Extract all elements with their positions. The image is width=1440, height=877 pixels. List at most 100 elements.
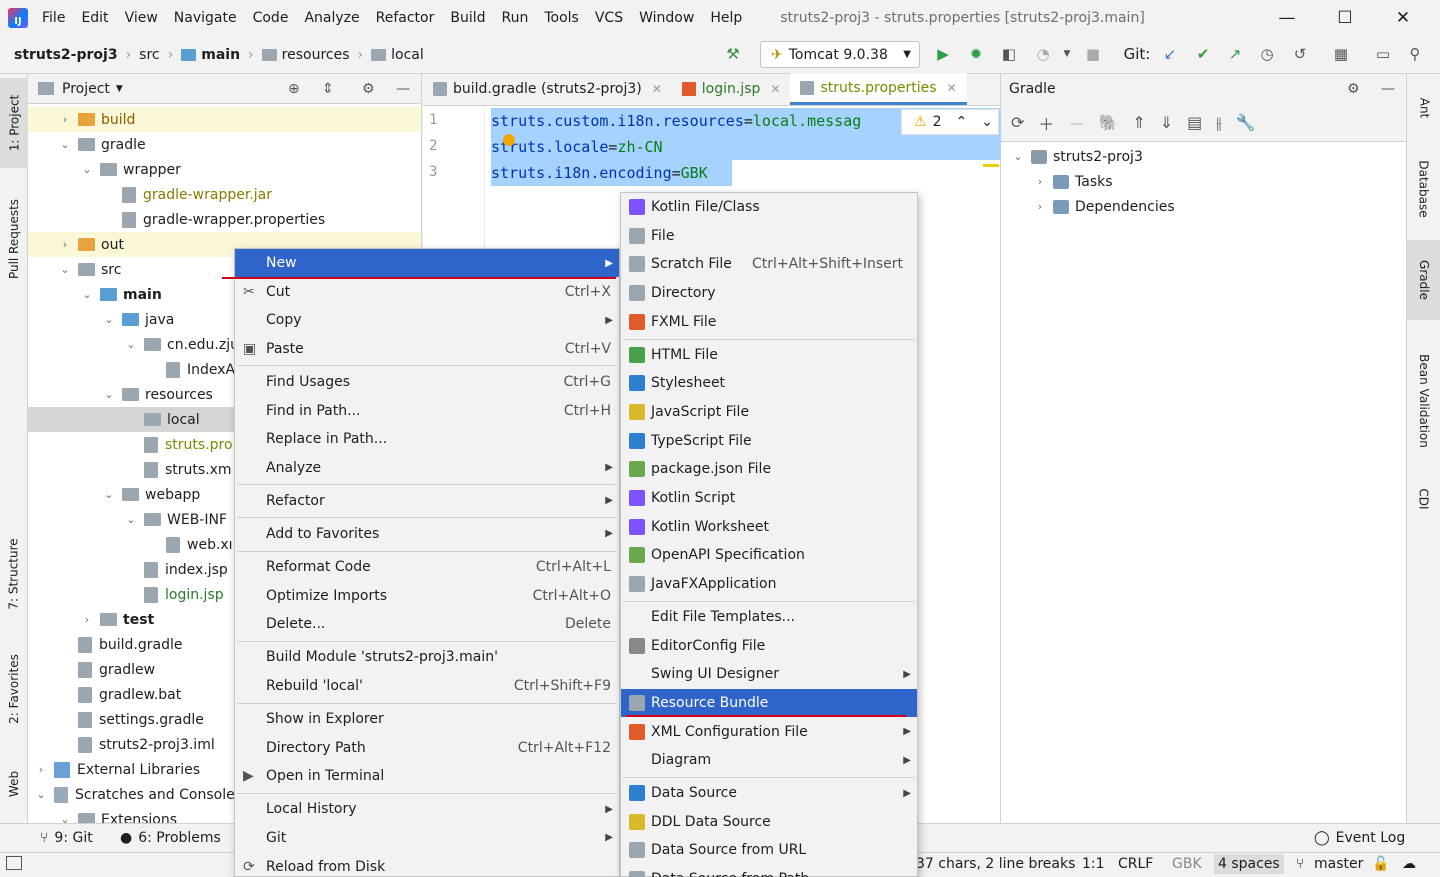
locate-icon[interactable]: ⊕	[288, 81, 300, 97]
problems-tool-tab[interactable]: ● 6: Problems	[120, 830, 221, 846]
project-panel-title[interactable]: Project	[62, 81, 110, 97]
gradle-tree-row[interactable]: ⌄ struts2-proj3	[1001, 144, 1406, 169]
event-log-tab[interactable]: ◯ Event Log	[1314, 830, 1405, 846]
gradle-tree-row[interactable]: › Tasks	[1001, 169, 1406, 194]
collapse-all-icon[interactable]: ⇓	[1160, 113, 1173, 132]
menu-item[interactable]: Directory	[621, 279, 917, 307]
chevron-down-icon[interactable]: ▼	[116, 84, 123, 94]
menu-item[interactable]: ▶ Open in Terminal	[235, 762, 619, 790]
tree-chevron-icon[interactable]: ⌄	[58, 813, 72, 823]
menu-item[interactable]: Stylesheet	[621, 369, 917, 397]
elephant-icon[interactable]: 🐘	[1098, 113, 1118, 132]
menu-item[interactable]: Kotlin File/Class	[621, 193, 917, 221]
tree-chevron-icon[interactable]: ⌄	[124, 513, 138, 526]
dependencies-icon[interactable]: ▤	[1187, 113, 1202, 132]
inspection-widget[interactable]: ⚠ 2 ⌃ ⌄	[901, 109, 999, 135]
menu-navigate[interactable]: Navigate	[174, 10, 237, 26]
menu-item[interactable]: Rebuild 'local' Ctrl+Shift+F9	[235, 672, 619, 700]
tool-tab-gradle[interactable]: Gradle	[1407, 240, 1440, 320]
git-push-icon[interactable]: ↗	[1224, 43, 1246, 65]
hide-icon[interactable]: —	[396, 81, 410, 97]
maximize-button[interactable]: ☐	[1316, 0, 1374, 36]
tree-chevron-icon[interactable]: ›	[34, 763, 48, 776]
lock-icon[interactable]: 🔓	[1372, 856, 1389, 872]
tool-tab-pull-requests[interactable]: Pull Requests	[0, 184, 28, 294]
editor-tab[interactable]: build.gradle (struts2-proj3) ✕	[423, 73, 672, 105]
expand-all-icon[interactable]: ⇑	[1132, 113, 1145, 132]
menu-item[interactable]: New ▶	[235, 249, 619, 277]
breadcrumb-item[interactable]: src	[139, 47, 159, 63]
close-tab-icon[interactable]: ✕	[770, 82, 780, 96]
tree-chevron-icon[interactable]: ⌄	[80, 288, 94, 301]
tree-chevron-icon[interactable]: ›	[1033, 200, 1047, 213]
menu-item[interactable]: XML Configuration File ▶	[621, 718, 917, 746]
tool-tab-favorites[interactable]: 2: Favorites	[0, 639, 28, 739]
coverage-icon[interactable]: ◧	[998, 43, 1020, 65]
remove-icon[interactable]: －	[1068, 111, 1084, 135]
menu-item[interactable]: HTML File	[621, 341, 917, 369]
tool-tab-structure[interactable]: 7: Structure	[0, 524, 28, 624]
close-tab-icon[interactable]: ✕	[652, 82, 662, 96]
menu-item[interactable]: ⟳ Reload from Disk	[235, 853, 619, 877]
menu-item[interactable]: Build Module 'struts2-proj3.main'	[235, 643, 619, 671]
menu-tools[interactable]: Tools	[544, 10, 579, 26]
menu-build[interactable]: Build	[450, 10, 485, 26]
menu-item[interactable]: DDL Data Source	[621, 808, 917, 836]
menu-item[interactable]: TypeScript File	[621, 427, 917, 455]
rollback-icon[interactable]: ↺	[1289, 43, 1311, 65]
tree-chevron-icon[interactable]: ⌄	[80, 163, 94, 176]
menu-item[interactable]: Find Usages Ctrl+G	[235, 368, 619, 396]
breadcrumb-item[interactable]: resources	[282, 47, 350, 63]
tree-chevron-icon[interactable]: ⌄	[102, 313, 116, 326]
editor-tab[interactable]: struts.properties ✕	[790, 73, 967, 105]
menu-item[interactable]: Analyze ▶	[235, 454, 619, 482]
menu-file[interactable]: File	[42, 10, 65, 26]
menu-item[interactable]: Edit File Templates...	[621, 603, 917, 631]
run-icon[interactable]: ▶	[932, 43, 954, 65]
tree-row[interactable]: gradle-wrapper.jar	[28, 182, 421, 207]
debug-icon[interactable]: ✹	[965, 43, 987, 65]
menu-item[interactable]: Delete... Delete	[235, 610, 619, 638]
chevron-down-icon[interactable]: ⌄	[981, 114, 993, 130]
wrench-icon[interactable]: 🔧	[1235, 113, 1255, 132]
search-icon[interactable]: ⚲	[1404, 43, 1426, 65]
tool-tab-bean-validation[interactable]: Bean Validation	[1407, 336, 1440, 466]
menu-item[interactable]: FXML File	[621, 308, 917, 336]
intention-bulb-icon[interactable]	[503, 134, 515, 146]
tool-tab-web[interactable]: Web	[0, 754, 28, 814]
tree-chevron-icon[interactable]: ›	[58, 238, 72, 251]
tree-chevron-icon[interactable]: ›	[58, 113, 72, 126]
menu-item[interactable]: Optimize Imports Ctrl+Alt+O	[235, 582, 619, 610]
menu-item[interactable]: Show in Explorer	[235, 705, 619, 733]
menu-item[interactable]: Data Source ▶	[621, 779, 917, 807]
chevron-down-icon[interactable]: ▼	[1056, 43, 1078, 65]
tree-row[interactable]: gradle-wrapper.properties	[28, 207, 421, 232]
menu-item[interactable]: Resource Bundle	[621, 688, 917, 717]
menu-item[interactable]: ✂ Cut Ctrl+X	[235, 278, 619, 306]
line-separator[interactable]: CRLF	[1118, 856, 1153, 872]
git-commit-icon[interactable]: ✔	[1192, 43, 1214, 65]
tree-row[interactable]: › build	[28, 107, 421, 132]
git-tool-tab[interactable]: ⑂ 9: Git	[40, 830, 93, 846]
tree-chevron-icon[interactable]: ⌄	[102, 388, 116, 401]
close-window-button[interactable]: ✕	[1374, 0, 1432, 36]
menu-item[interactable]: JavaFXApplication	[621, 570, 917, 598]
tool-tab-database[interactable]: Database	[1407, 144, 1440, 234]
gear-icon[interactable]: ⚙	[362, 81, 375, 97]
editor-tab[interactable]: login.jsp ✕	[672, 73, 791, 105]
collapse-all-icon[interactable]: ⇕	[322, 81, 334, 97]
menu-item[interactable]: Replace in Path...	[235, 425, 619, 453]
menu-code[interactable]: Code	[253, 10, 289, 26]
menu-item[interactable]: Git ▶	[235, 824, 619, 852]
menu-item[interactable]: OpenAPI Specification	[621, 541, 917, 569]
toggle-tool-windows-icon[interactable]	[6, 856, 22, 870]
tree-chevron-icon[interactable]: ⌄	[124, 338, 138, 351]
build-hammer-icon[interactable]: ⚒	[722, 43, 744, 65]
run-configuration-select[interactable]: ✈ Tomcat 9.0.38 ▼	[760, 41, 920, 68]
menu-item[interactable]: EditorConfig File	[621, 632, 917, 660]
profile-icon[interactable]: ◔	[1032, 43, 1054, 65]
git-branch[interactable]: master	[1314, 856, 1363, 872]
presentation-icon[interactable]: ▭	[1372, 43, 1394, 65]
menu-help[interactable]: Help	[710, 10, 742, 26]
menu-view[interactable]: View	[125, 10, 158, 26]
